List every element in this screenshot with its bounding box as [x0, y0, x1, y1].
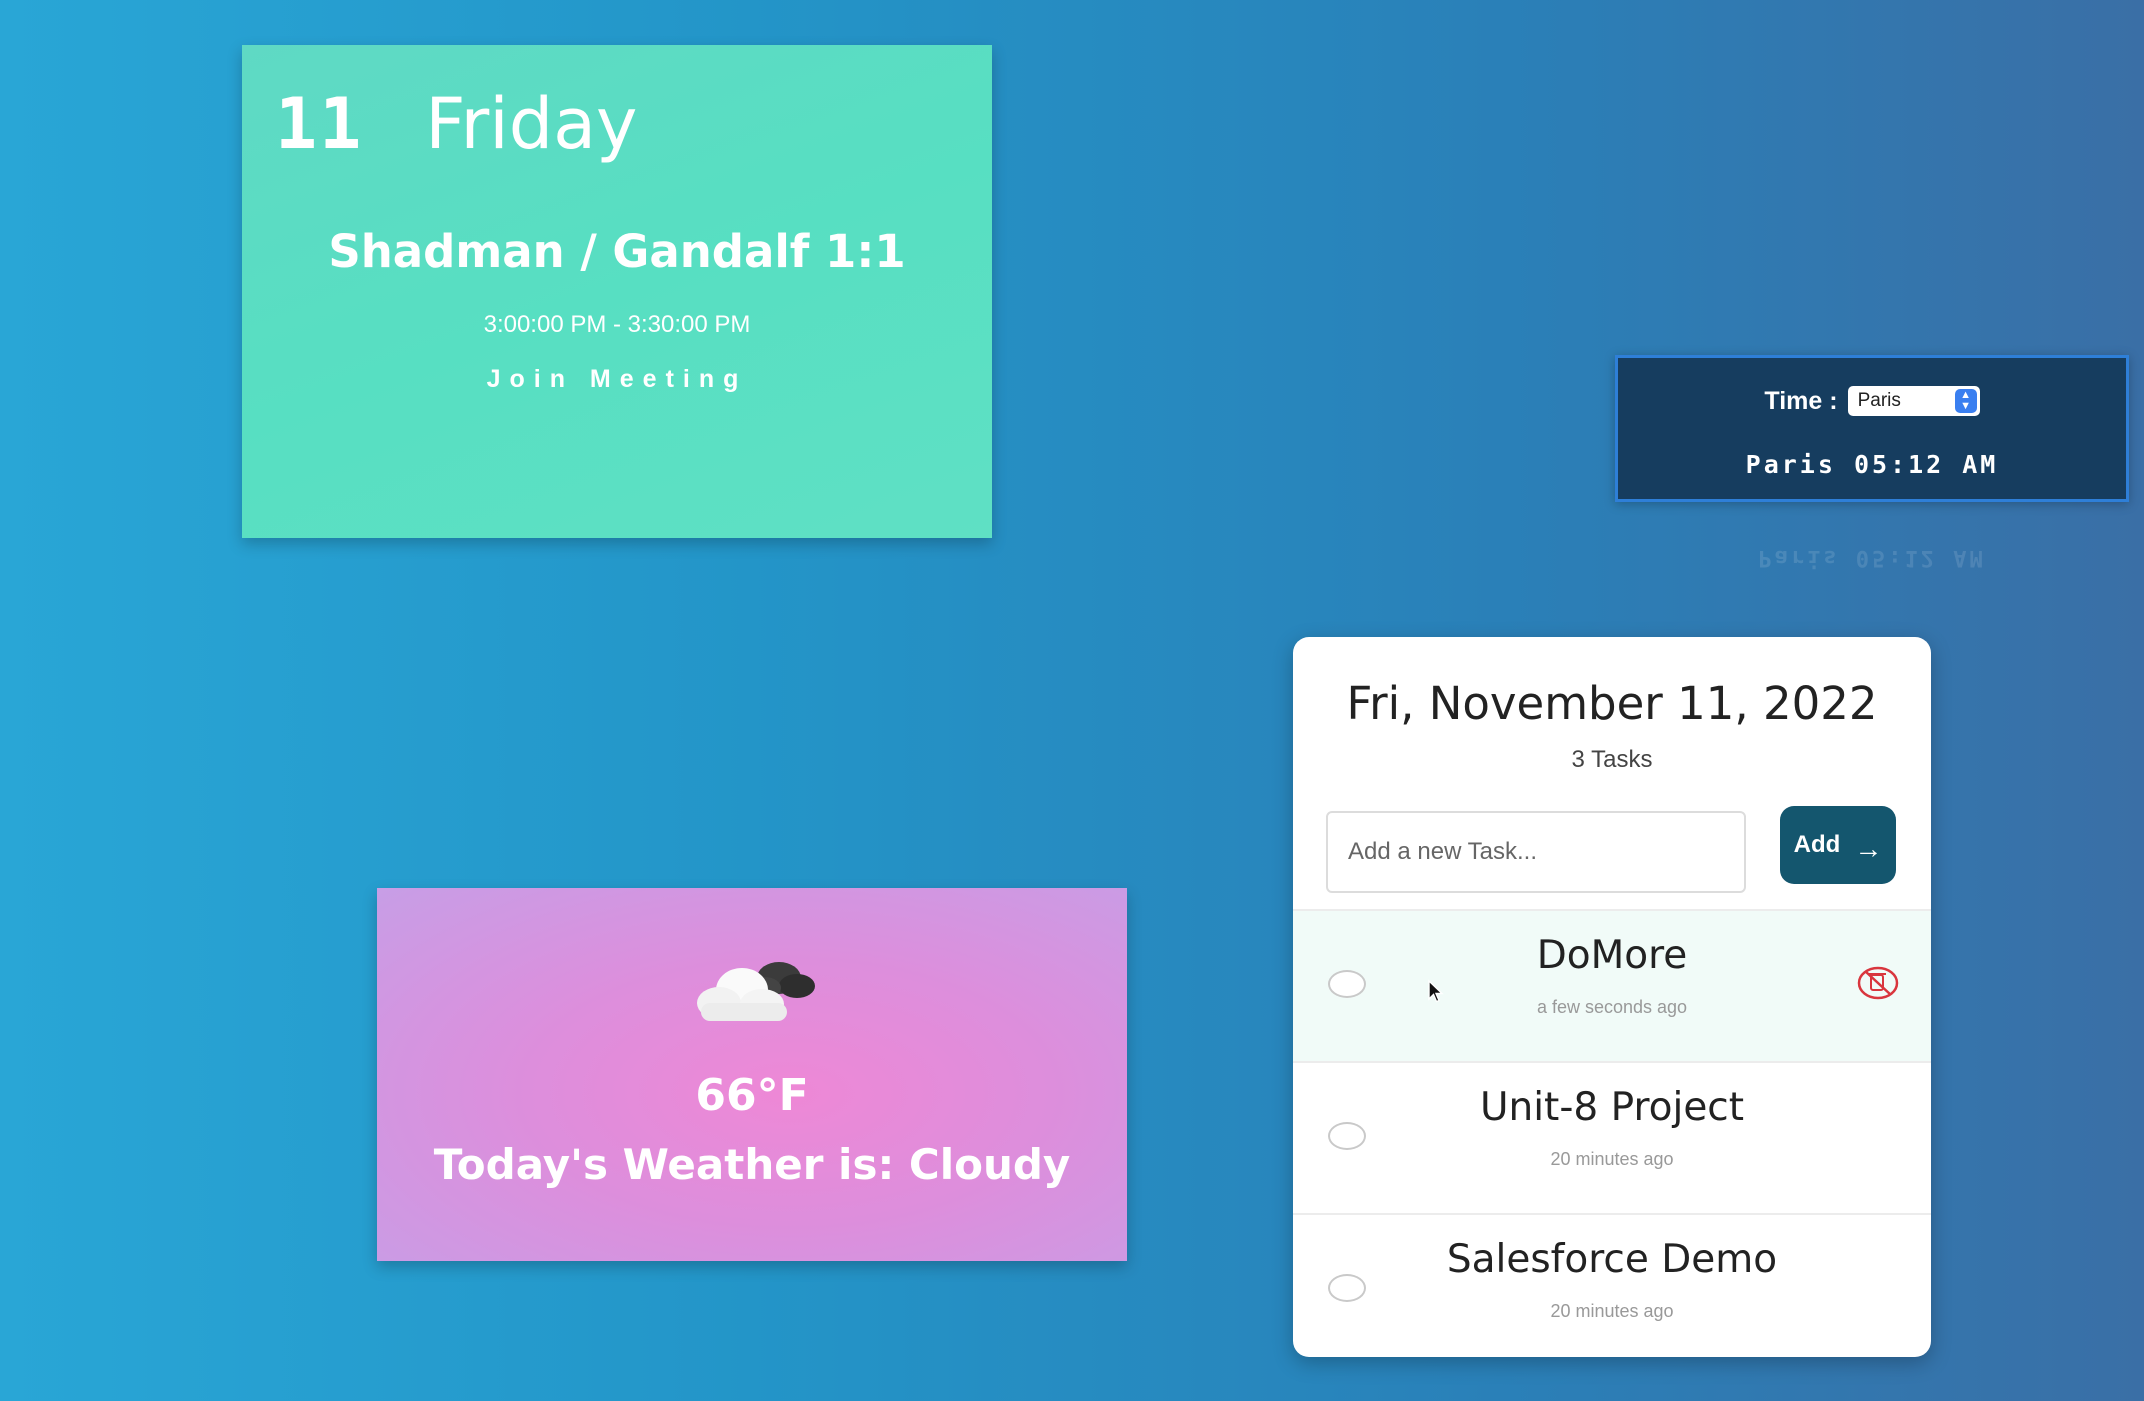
task-list: DoMore a few seconds ago Unit-8 Project … — [1293, 909, 1931, 1357]
clock-reflection-text: Paris 05:12 AM — [1758, 545, 1986, 570]
timezone-select-value: Paris — [1857, 390, 1901, 411]
task-item[interactable]: Unit-8 Project 20 minutes ago — [1293, 1061, 1931, 1213]
task-name: Unit-8 Project — [1479, 1085, 1745, 1130]
task-item[interactable]: Salesforce Demo 20 minutes ago — [1293, 1213, 1931, 1357]
clock-reflection: Paris 05:12 AM — [1615, 520, 2129, 610]
timezone-selector-row: Time : Paris ▲ ▼ — [1618, 386, 2126, 416]
timezone-clock-widget: Time : Paris ▲ ▼ Paris 05:12 AM — [1615, 355, 2129, 502]
arrow-right-icon: → — [1854, 833, 1883, 864]
task-name: Salesforce Demo — [1446, 1237, 1778, 1282]
meeting-title: Shadman / Gandalf 1:1 — [328, 225, 906, 278]
meeting-day-number: 11 — [275, 83, 364, 165]
select-arrows-icon: ▲ ▼ — [1954, 389, 1977, 413]
clock-readout: Paris 05:12 AM — [1745, 450, 1999, 479]
add-task-button[interactable]: Add → — [1780, 806, 1896, 884]
weather-description: Today's Weather is: Cloudy — [433, 1140, 1071, 1189]
tasks-card: Fri, November 11, 2022 3 Tasks Add → DoM… — [1293, 637, 1931, 1357]
cloudy-icon — [697, 962, 815, 1021]
mouse-cursor-icon — [1428, 979, 1444, 1003]
meeting-card: 11 Friday Shadman / Gandalf 1:1 3:00:00 … — [242, 45, 992, 538]
task-timestamp: 20 minutes ago — [1550, 1149, 1674, 1169]
meeting-time-range: 3:00:00 PM - 3:30:00 PM — [483, 311, 751, 338]
weather-card: 66°F Today's Weather is: Cloudy — [377, 888, 1127, 1261]
tasks-count: 3 Tasks — [1571, 746, 1653, 773]
timezone-select[interactable]: Paris ▲ ▼ — [1847, 386, 1980, 416]
task-timestamp: 20 minutes ago — [1550, 1301, 1674, 1321]
weather-temperature: 66°F — [695, 1070, 809, 1121]
task-item[interactable]: DoMore a few seconds ago — [1293, 909, 1931, 1061]
time-label: Time : — [1764, 386, 1838, 415]
add-task-label: Add — [1793, 831, 1841, 858]
meeting-day-name: Friday — [425, 83, 638, 165]
meeting-date-header: 11 Friday — [275, 83, 637, 165]
join-meeting-link[interactable]: Join Meeting — [242, 365, 992, 394]
task-timestamp: a few seconds ago — [1536, 997, 1688, 1017]
task-name: DoMore — [1536, 933, 1688, 978]
tasks-date-heading: Fri, November 11, 2022 — [1346, 677, 1878, 730]
delete-task-icon[interactable] — [1857, 965, 1899, 1001]
new-task-input[interactable] — [1326, 811, 1746, 893]
